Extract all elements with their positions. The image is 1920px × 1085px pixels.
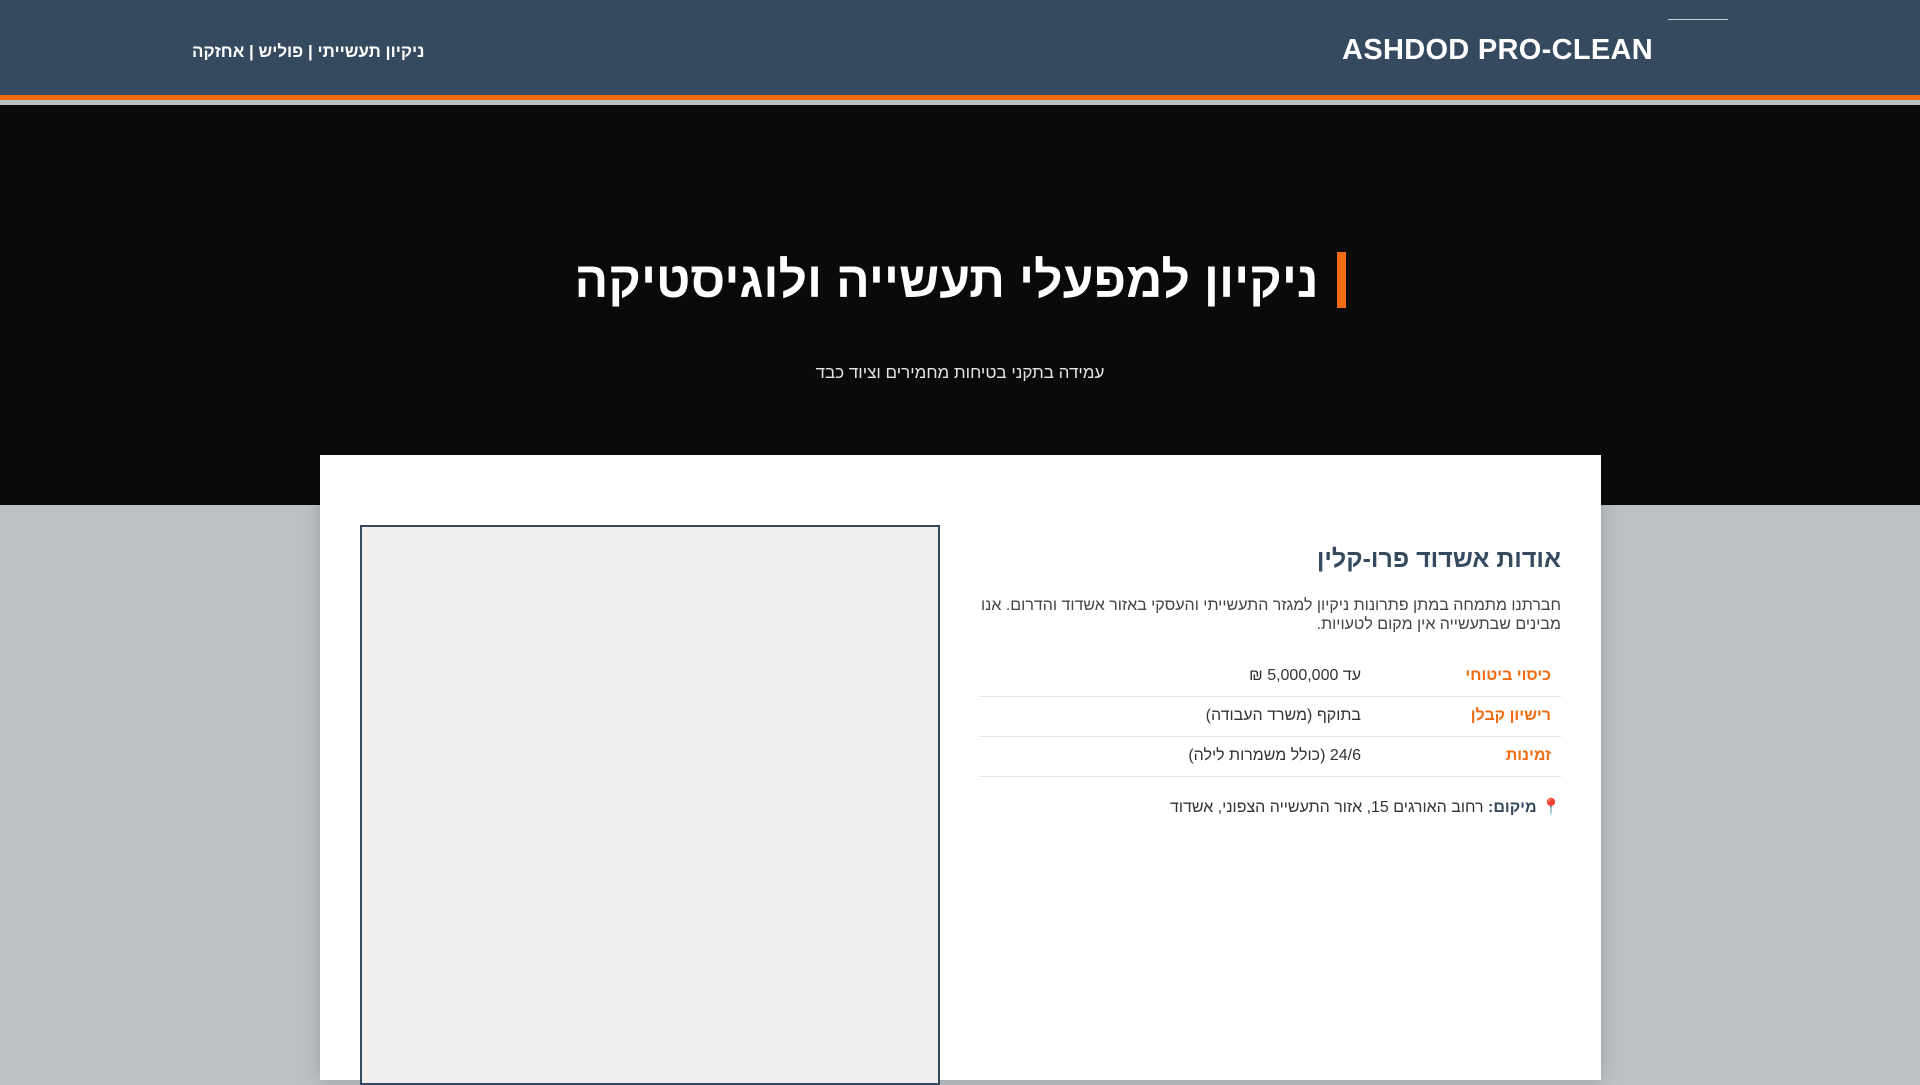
location-value: רחוב האורגים 15, אזור התעשייה הצפוני, אש… [1169, 798, 1484, 816]
site-header: ASHDOD PRO-CLEAN ניקיון תעשייתי | פוליש … [0, 0, 1920, 100]
row-value: 24/6 (כולל משמרות לילה) [979, 736, 1361, 777]
info-table: כיסוי ביטוחי עד 5,000,000 ₪ רישיון קבלן … [979, 656, 1561, 777]
about-section: אודות אשדוד פרו-קלין חברתנו מתמחה במתן פ… [979, 545, 1561, 817]
hero-subtitle: עמידה בתקני בטיחות מחמירים וציוד כבד [815, 363, 1105, 382]
row-label: כיסוי ביטוחי [1361, 656, 1561, 697]
table-row: כיסוי ביטוחי עד 5,000,000 ₪ [979, 656, 1561, 697]
table-row: זמינות 24/6 (כולל משמרות לילה) [979, 736, 1561, 777]
media-frame [360, 525, 940, 1085]
row-value: עד 5,000,000 ₪ [979, 656, 1361, 697]
row-label: רישיון קבלן [1361, 696, 1561, 737]
brand-logo[interactable]: ASHDOD PRO-CLEAN [1342, 34, 1653, 67]
hero-title: ניקיון למפעלי תעשייה ולוגיסטיקה [574, 252, 1346, 308]
hero-title-wrap: ניקיון למפעלי תעשייה ולוגיסטיקה [0, 252, 1920, 308]
header-divider [1668, 19, 1728, 20]
row-label: זמינות [1361, 736, 1561, 777]
map-pin-icon: 📍 [1541, 798, 1561, 816]
about-heading: אודות אשדוד פרו-קלין [1316, 545, 1561, 573]
about-card: אודות אשדוד פרו-קלין חברתנו מתמחה במתן פ… [320, 455, 1601, 1085]
about-description: חברתנו מתמחה במתן פתרונות ניקיון למגזר ה… [980, 597, 1561, 633]
row-value: בתוקף (משרד העבודה) [979, 696, 1361, 737]
table-row: רישיון קבלן בתוקף (משרד העבודה) [979, 696, 1561, 737]
location-label: מיקום: [1488, 798, 1537, 816]
header-tagline: ניקיון תעשייתי | פוליש | אחזקה [192, 42, 425, 61]
hero-section: ניקיון למפעלי תעשייה ולוגיסטיקה עמידה בת… [0, 105, 1920, 505]
location-line: 📍 מיקום: רחוב האורגים 15, אזור התעשייה ה… [979, 797, 1561, 817]
